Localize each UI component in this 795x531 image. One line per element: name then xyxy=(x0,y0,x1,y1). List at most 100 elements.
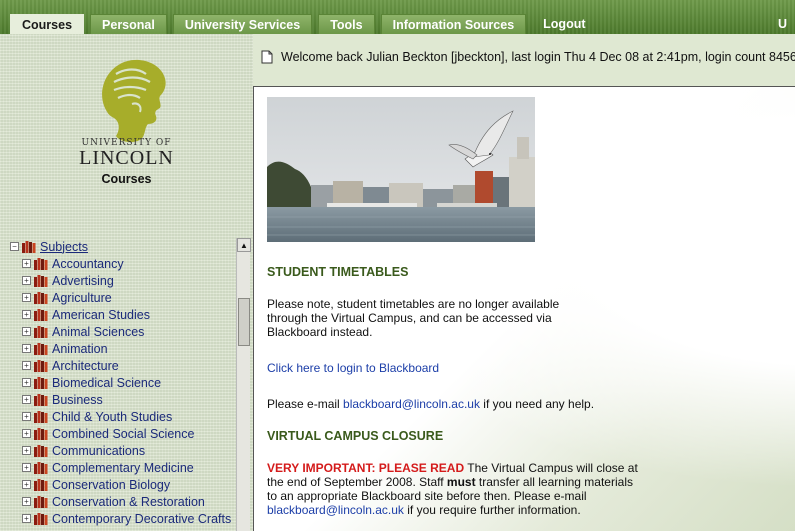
timetables-paragraph: Please note, student timetables are no l… xyxy=(267,297,560,339)
document-icon xyxy=(261,50,273,64)
expand-icon[interactable]: + xyxy=(22,344,31,353)
expand-icon[interactable]: + xyxy=(22,463,31,472)
books-icon xyxy=(34,410,48,423)
tree-item-label[interactable]: Architecture xyxy=(52,359,119,373)
tree-item-label[interactable]: Accountancy xyxy=(52,257,124,271)
tree-item-subject[interactable]: + Contemporary Decorative Crafts xyxy=(10,510,236,527)
tree-item-subject[interactable]: + Communications xyxy=(10,442,236,459)
books-icon xyxy=(34,342,48,355)
books-icon xyxy=(34,274,48,287)
expand-icon[interactable]: + xyxy=(22,378,31,387)
tree-item-subject[interactable]: + Child & Youth Studies xyxy=(10,408,236,425)
tree-item-subject[interactable]: + Biomedical Science xyxy=(10,374,236,391)
tree-item-label[interactable]: Agriculture xyxy=(52,291,112,305)
books-icon xyxy=(34,257,48,270)
collapse-icon[interactable]: − xyxy=(10,242,19,251)
tree-item-subject[interactable]: + American Studies xyxy=(10,306,236,323)
books-icon xyxy=(34,461,48,474)
expand-icon[interactable]: + xyxy=(22,497,31,506)
expand-icon[interactable]: + xyxy=(22,480,31,489)
tree-item-label[interactable]: Combined Social Science xyxy=(52,427,194,441)
sidebar: UNIVERSITY OF LINCOLN Courses − Subjects… xyxy=(0,34,253,531)
tree-item-label[interactable]: Animal Sciences xyxy=(52,325,144,339)
subjects-tree: − Subjects + Accountancy + Advertising + Agri… xyxy=(10,238,236,531)
tree-item-subject[interactable]: + Complementary Medicine xyxy=(10,459,236,476)
university-name: LINCOLN xyxy=(79,147,174,169)
blackboard-login-link[interactable]: Click here to login to Blackboard xyxy=(267,361,647,375)
tree-item-label[interactable]: Complementary Medicine xyxy=(52,461,194,475)
books-icon xyxy=(34,308,48,321)
tree-item-subject[interactable]: + Animation xyxy=(10,340,236,357)
closure-email-link[interactable]: blackboard@lincoln.ac.uk xyxy=(267,503,404,517)
tree-item-label[interactable]: Communications xyxy=(52,444,145,458)
tree-item-label[interactable]: Business xyxy=(52,393,103,407)
tab-courses[interactable]: Courses xyxy=(10,14,85,34)
expand-icon[interactable]: + xyxy=(22,259,31,268)
tree-item-subject[interactable]: + Conservation & Restoration xyxy=(10,493,236,510)
expand-icon[interactable]: + xyxy=(22,412,31,421)
main-tab-bar: Courses Personal University Services Too… xyxy=(0,0,795,34)
tree-item-subject[interactable]: + Combined Social Science xyxy=(10,425,236,442)
virtual-campus-closure-heading: VIRTUAL CAMPUS CLOSURE xyxy=(267,429,444,443)
expand-icon[interactable]: + xyxy=(22,395,31,404)
books-icon xyxy=(34,376,48,389)
books-icon xyxy=(22,240,36,253)
expand-icon[interactable]: + xyxy=(22,361,31,370)
tree-item-subject[interactable]: + Conservation Biology xyxy=(10,476,236,493)
courses-heading: Courses xyxy=(101,172,152,186)
tree-item-subject[interactable]: + Architecture xyxy=(10,357,236,374)
harbour-photo xyxy=(267,97,535,242)
student-timetables-heading: STUDENT TIMETABLES xyxy=(267,265,409,279)
books-icon xyxy=(34,478,48,491)
tree-item-subject[interactable]: + Agriculture xyxy=(10,289,236,306)
help-email-prefix: Please e-mail xyxy=(267,397,344,411)
help-email-link[interactable]: blackboard@lincoln.ac.uk xyxy=(343,397,480,411)
expand-icon[interactable]: + xyxy=(22,310,31,319)
tree-item-subject[interactable]: + Animal Sciences xyxy=(10,323,236,340)
books-icon xyxy=(34,359,48,372)
tree-root-label[interactable]: Subjects xyxy=(40,240,88,254)
tab-cutoff-text: U xyxy=(778,17,788,31)
tree-item-subject[interactable]: + Accountancy xyxy=(10,255,236,272)
help-email-paragraph: Please e-mail blackboard@lincoln.ac.uk i… xyxy=(267,397,667,411)
books-icon xyxy=(34,512,48,525)
tree-scrollbar[interactable]: ▲ xyxy=(236,238,251,531)
welcome-message: Welcome back Julian Beckton [jbeckton], … xyxy=(281,50,795,64)
books-icon xyxy=(34,427,48,440)
main-content: STUDENT TIMETABLES Please note, student … xyxy=(253,86,795,531)
help-email-suffix: if you need any help. xyxy=(479,397,595,411)
expand-icon[interactable]: + xyxy=(22,276,31,285)
expand-icon[interactable]: + xyxy=(22,293,31,302)
welcome-bar: Welcome back Julian Beckton [jbeckton], … xyxy=(253,34,795,86)
tree-item-label[interactable]: Conservation Biology xyxy=(52,478,170,492)
tab-information-sources[interactable]: Information Sources xyxy=(380,14,527,34)
tree-item-label[interactable]: Contemporary Decorative Crafts xyxy=(52,512,231,526)
books-icon xyxy=(34,495,48,508)
closure-text-3: if you require further information. xyxy=(403,503,581,517)
tree-item-subject[interactable]: + Business xyxy=(10,391,236,408)
expand-icon[interactable]: + xyxy=(22,446,31,455)
expand-icon[interactable]: + xyxy=(22,327,31,336)
tree-item-label[interactable]: Advertising xyxy=(52,274,114,288)
tab-logout[interactable]: Logout xyxy=(532,14,596,34)
tree-item-label[interactable]: Animation xyxy=(52,342,108,356)
lincoln-head-logo-icon xyxy=(102,59,166,143)
closure-alert: VERY IMPORTANT: PLEASE READ xyxy=(267,461,465,475)
tab-university-services[interactable]: University Services xyxy=(172,14,313,34)
books-icon xyxy=(34,291,48,304)
tree-item-label[interactable]: Conservation & Restoration xyxy=(52,495,205,509)
closure-paragraph: VERY IMPORTANT: PLEASE READ The Virtual … xyxy=(267,461,642,517)
tree-item-subject[interactable]: + Advertising xyxy=(10,272,236,289)
books-icon xyxy=(34,444,48,457)
tree-root-subjects[interactable]: − Subjects xyxy=(10,238,236,255)
tab-tools[interactable]: Tools xyxy=(318,14,375,34)
tree-item-label[interactable]: Child & Youth Studies xyxy=(52,410,172,424)
scroll-thumb[interactable] xyxy=(238,298,250,346)
tree-item-label[interactable]: American Studies xyxy=(52,308,150,322)
expand-icon[interactable]: + xyxy=(22,514,31,523)
books-icon xyxy=(34,393,48,406)
tree-item-label[interactable]: Biomedical Science xyxy=(52,376,161,390)
expand-icon[interactable]: + xyxy=(22,429,31,438)
scroll-up-arrow-icon[interactable]: ▲ xyxy=(237,238,251,252)
tab-personal[interactable]: Personal xyxy=(90,14,167,34)
